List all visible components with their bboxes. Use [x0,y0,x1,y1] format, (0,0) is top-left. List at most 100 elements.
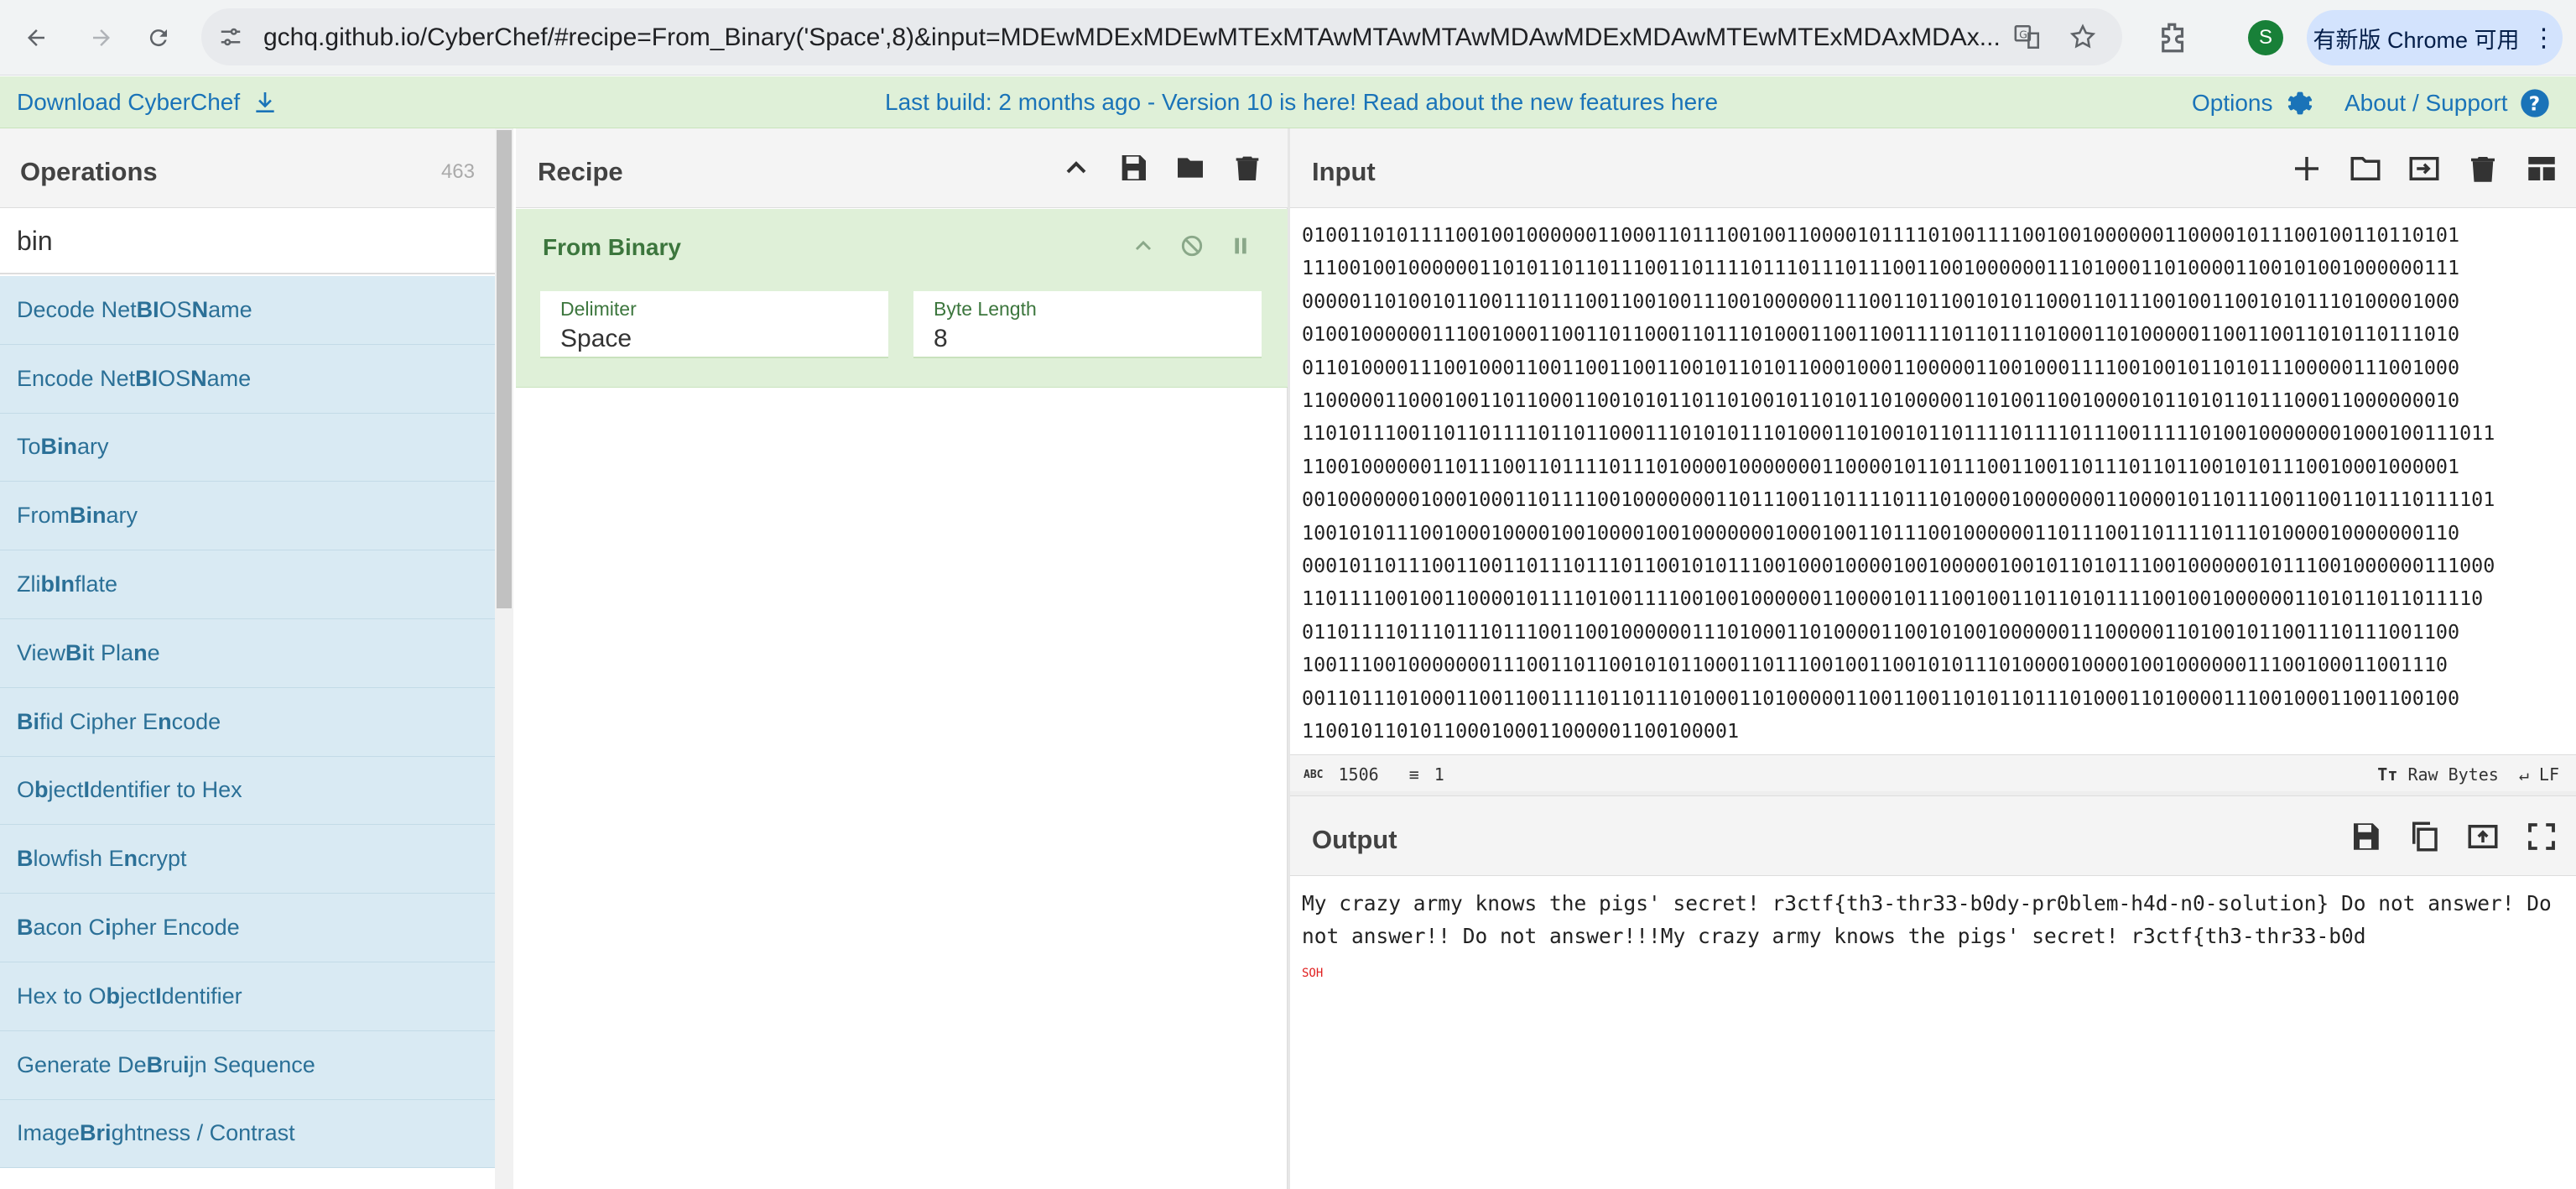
operation-item-text: BI [135,365,159,391]
operation-item[interactable]: Blowfish En crypt [0,825,495,894]
open-file-icon[interactable] [2407,151,2442,186]
operation-title: From Binary [543,234,681,260]
input-statusbar: ABC 1506 ≡ 1 Tт Raw Bytes ↵ LF [1290,754,2576,791]
output-text-area[interactable]: My crazy army knows the pigs' secret! r3… [1302,887,2568,990]
operation-item-text: B [17,846,34,872]
operations-list: Decode Net BI OS Name Encode Net BI OS Name To… [0,276,495,1169]
chevron-up-icon[interactable] [1059,151,1093,185]
operation-item[interactable]: Bacon Ci pher Encode [0,894,495,962]
recipe-operation-from-binary[interactable]: From Binary Delimiter Space Byte Length … [516,209,1288,388]
operation-item-text: N [190,365,207,391]
arrow-left-icon [28,29,44,46]
extensions-icon[interactable] [2156,20,2191,55]
build-notice-link[interactable]: Last build: 2 months ago - Version 10 is… [885,89,1718,116]
operation-item-text: B [17,915,34,941]
address-bar[interactable]: gchq.github.io/CyberChef/#recipe=From_Bi… [201,8,2122,65]
operation-item-text: acon C [33,915,106,941]
output-title: Output [1312,825,1397,854]
operation-item[interactable]: Hex to Ob ject Identifier [0,962,495,1031]
input-line: 1001010111001000100001001000010010000000… [1302,520,2460,545]
operation-item-text: ghtness / Contrast [111,1120,295,1146]
chrome-update-button[interactable]: 有新版 Chrome 可用 ⋮ [2307,10,2563,65]
download-cyberchef-link[interactable]: Download CyberChef [17,89,278,116]
operation-item[interactable]: Image Bri ghtness / Contrast [0,1099,495,1169]
delimiter-value[interactable]: Space [560,325,632,353]
scrollbar-thumb[interactable] [497,130,512,608]
operation-item-text: dentifier to Hex [90,777,242,803]
reload-icon [149,29,167,47]
url-text[interactable]: gchq.github.io/CyberChef/#recipe=From_Bi… [263,23,2025,52]
operation-item[interactable]: Zli b In flate [0,550,495,619]
help-icon: ? [2520,89,2549,117]
copy-icon[interactable] [2407,819,2442,854]
back-button[interactable] [17,18,55,57]
chevron-up-icon[interactable] [1130,232,1157,259]
recipe-header: Recipe [516,128,1288,208]
operation-item[interactable]: Ob ject Identifier to Hex [0,756,495,826]
input-line: 1001110010000000111001101100101011000110… [1302,653,2448,677]
pause-icon[interactable] [1227,232,1254,259]
input-line: 0100110101111001001000000110001101110010… [1302,223,2460,247]
trash-icon[interactable] [1231,151,1264,185]
layout-icon[interactable] [2524,151,2559,186]
input-line: 1100100000011011100110111101110100001000… [1302,454,2460,478]
eol-button[interactable]: ↵ LF [2519,764,2559,785]
add-tab-icon[interactable] [2289,151,2324,186]
operation-item-text: ary [106,503,138,529]
input-line: 0010000000100010001101111001000000011011… [1302,488,2495,512]
operation-item-text: crypt [138,846,187,872]
operation-item-text: n [123,846,138,872]
options-button[interactable]: Options [2192,86,2317,120]
byte-length-value[interactable]: 8 [934,325,948,353]
operation-item[interactable]: View Bi t Pla n e [0,618,495,688]
operation-item-text: b [106,983,121,1009]
top-banner: Download CyberChef Last build: 2 months … [0,76,2576,128]
input-panel: Input 0100110101111001001000000110001101… [1290,128,2576,791]
input-header: Input [1290,128,2576,208]
gear-icon [2287,91,2312,115]
return-icon: ↵ [2518,764,2529,785]
maximize-icon[interactable] [2524,819,2559,854]
save-icon[interactable] [1116,151,1150,185]
translate-icon[interactable]: G [2013,23,2042,51]
operation-item-text: Image [17,1120,81,1146]
replace-input-icon[interactable] [2465,819,2501,854]
trash-icon[interactable] [2465,151,2501,186]
operation-item[interactable]: Bi fid Cipher En code [0,687,495,757]
operation-item-text: code [171,708,221,734]
about-support-button[interactable]: About / Support ? [2344,86,2552,120]
operation-item[interactable]: To Bin ary [0,413,495,482]
site-info-icon[interactable] [218,24,243,50]
forward-button[interactable] [82,18,121,57]
operation-item-text: i [105,915,112,941]
options-label: Options [2192,90,2273,116]
download-label: Download CyberChef [17,89,241,115]
operation-item[interactable]: Encode Net BI OS Name [0,344,495,414]
delimiter-field[interactable]: Delimiter Space [540,291,888,358]
operation-item-text: ru [163,1051,184,1077]
operations-scrollbar[interactable] [495,128,513,1189]
byte-length-field[interactable]: Byte Length 8 [913,291,1262,358]
operation-item[interactable]: From Bin ary [0,482,495,551]
input-textarea[interactable]: 0100110101111001001000000110001101110010… [1302,219,2568,748]
disable-icon[interactable] [1179,232,1205,259]
download-icon [256,92,274,112]
operations-search-input[interactable] [0,209,495,274]
operation-item[interactable]: Decode Net BI OS Name [0,276,495,345]
open-folder-icon[interactable] [2348,151,2383,186]
arrow-right-icon [93,29,110,46]
input-line: 1101111001001100001011110100111100100100… [1302,587,2484,611]
save-icon[interactable] [2348,819,2383,854]
operations-count: 463 [440,160,475,183]
operation-item-text: Bin [40,434,78,460]
operation-item-text: b [34,777,49,803]
profile-avatar[interactable]: S [2248,20,2283,55]
bookmark-star-icon[interactable] [2069,23,2097,51]
more-vert-icon: ⋮ [2531,23,2557,52]
operation-item-text: Bi [65,639,89,665]
line-count: 1 [1434,764,1444,785]
operation-item[interactable]: Generate De Bru i jn Sequence [0,1030,495,1100]
reload-button[interactable] [139,18,178,57]
folder-icon[interactable] [1174,151,1207,185]
encoding-button[interactable]: Tт Raw Bytes [2377,764,2499,785]
